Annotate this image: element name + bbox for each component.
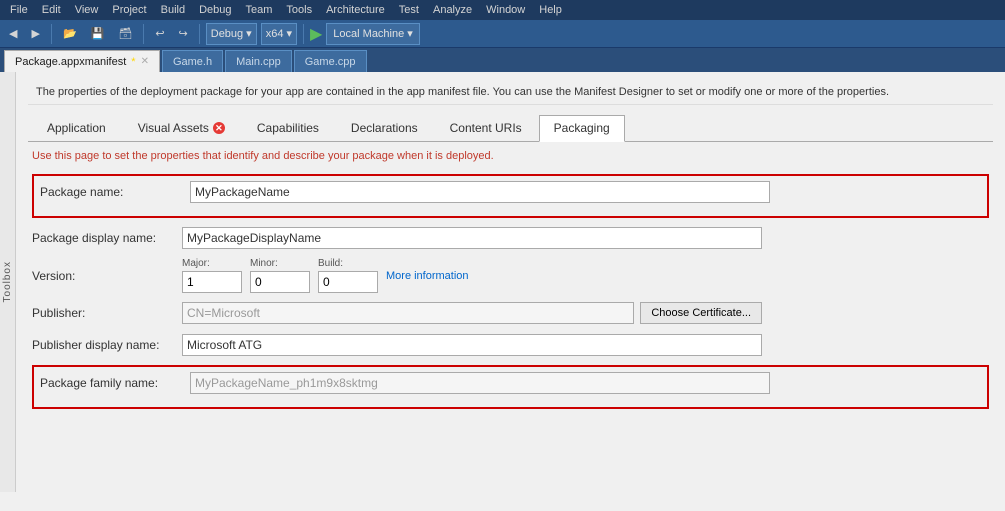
menu-team[interactable]: Team <box>240 2 279 18</box>
package-family-name-section: Package family name: <box>32 365 989 409</box>
package-name-input[interactable] <box>190 181 770 203</box>
page-description: Use this page to set the properties that… <box>28 150 993 162</box>
layout-wrapper: Toolbox The properties of the deployment… <box>0 72 1005 511</box>
tab-gamecpp[interactable]: Game.cpp <box>294 50 367 72</box>
version-row: Version: Major: Minor: Build: More infor <box>32 258 989 293</box>
menu-analyze[interactable]: Analyze <box>427 2 478 18</box>
version-build-wrap: Build: <box>318 258 378 293</box>
toolbar-sep-4 <box>303 24 304 44</box>
debug-config-dropdown[interactable]: Debug ▾ <box>206 23 257 45</box>
tab-application[interactable]: Application <box>32 115 121 141</box>
publisher-input <box>182 302 634 324</box>
platform-dropdown[interactable]: x64 ▾ <box>261 23 297 45</box>
version-minor-label: Minor: <box>250 258 310 269</box>
tab-declarations[interactable]: Declarations <box>336 115 433 141</box>
form-area: Package name: Package display name: Vers… <box>28 174 993 409</box>
package-display-name-input[interactable] <box>182 227 762 249</box>
menu-help[interactable]: Help <box>533 2 568 18</box>
tab-manifest-close[interactable]: ✕ <box>141 56 149 67</box>
undo-btn[interactable]: ↩ <box>150 23 169 45</box>
local-machine-dropdown[interactable]: Local Machine ▾ <box>326 23 419 45</box>
toolbar-sep-3 <box>199 24 200 44</box>
toolbar-sep-2 <box>143 24 144 44</box>
menu-view[interactable]: View <box>69 2 105 18</box>
publisher-label: Publisher: <box>32 306 182 320</box>
version-label: Version: <box>32 269 182 283</box>
package-name-label: Package name: <box>40 185 190 199</box>
version-major-input[interactable] <box>182 271 242 293</box>
tab-gameh-label: Game.h <box>173 56 212 68</box>
toolbox-panel[interactable]: Toolbox <box>0 72 16 492</box>
save-all-btn[interactable]: 🗃 <box>113 23 137 45</box>
tab-content-uris[interactable]: Content URIs <box>435 115 537 141</box>
publisher-wrap: Choose Certificate... <box>182 302 762 324</box>
menu-debug[interactable]: Debug <box>193 2 237 18</box>
menu-architecture[interactable]: Architecture <box>320 2 391 18</box>
package-family-name-row: Package family name: <box>40 371 981 395</box>
visual-assets-error-icon: ✕ <box>213 122 225 134</box>
tab-manifest-label: Package.appxmanifest <box>15 56 126 68</box>
publisher-display-name-label: Publisher display name: <box>32 338 182 352</box>
tab-gameh[interactable]: Game.h <box>162 50 223 72</box>
tab-maincpp-label: Main.cpp <box>236 56 281 68</box>
info-banner: The properties of the deployment package… <box>28 80 993 105</box>
menu-edit[interactable]: Edit <box>36 2 67 18</box>
tab-manifest[interactable]: Package.appxmanifest * ✕ <box>4 50 160 72</box>
open-btn[interactable]: 📂 <box>58 23 82 45</box>
redo-btn[interactable]: ↪ <box>174 23 193 45</box>
version-minor-input[interactable] <box>250 271 310 293</box>
package-name-section: Package name: <box>32 174 989 218</box>
menu-tools[interactable]: Tools <box>280 2 318 18</box>
tab-packaging[interactable]: Packaging <box>539 115 625 142</box>
version-major-wrap: Major: <box>182 258 242 293</box>
save-btn[interactable]: 💾 <box>86 23 110 45</box>
toolbox-label: Toolbox <box>2 261 13 302</box>
package-family-name-input <box>190 372 770 394</box>
menu-project[interactable]: Project <box>106 2 152 18</box>
version-build-input[interactable] <box>318 271 378 293</box>
menu-build[interactable]: Build <box>155 2 191 18</box>
toolbar-sep-1 <box>51 24 52 44</box>
version-group: Major: Minor: Build: More information <box>182 258 469 293</box>
choose-certificate-button[interactable]: Choose Certificate... <box>640 302 762 324</box>
publisher-row: Publisher: Choose Certificate... <box>32 301 989 325</box>
tab-visual-assets[interactable]: Visual Assets ✕ <box>123 115 240 141</box>
navigate-forward-btn[interactable]: ▶ <box>26 23 44 45</box>
content-tabs: Application Visual Assets ✕ Capabilities… <box>28 115 993 142</box>
main-content: The properties of the deployment package… <box>16 72 1005 511</box>
version-major-label: Major: <box>182 258 242 269</box>
toolbar: ◀ ▶ 📂 💾 🗃 ↩ ↪ Debug ▾ x64 ▾ ▶ Local Mach… <box>0 20 1005 48</box>
publisher-display-name-input[interactable] <box>182 334 762 356</box>
menu-file[interactable]: File <box>4 2 34 18</box>
package-family-name-label: Package family name: <box>40 376 190 390</box>
package-display-name-label: Package display name: <box>32 231 182 245</box>
publisher-display-name-row: Publisher display name: <box>32 333 989 357</box>
navigate-back-btn[interactable]: ◀ <box>4 23 22 45</box>
menu-bar: File Edit View Project Build Debug Team … <box>0 0 1005 20</box>
menu-window[interactable]: Window <box>480 2 531 18</box>
more-information-link[interactable]: More information <box>386 270 469 282</box>
tab-capabilities[interactable]: Capabilities <box>242 115 334 141</box>
package-display-name-row: Package display name: <box>32 226 989 250</box>
run-button[interactable]: ▶ <box>310 24 322 44</box>
tab-modified-indicator: * <box>131 56 135 68</box>
menu-test[interactable]: Test <box>393 2 425 18</box>
tab-maincpp[interactable]: Main.cpp <box>225 50 292 72</box>
package-name-row: Package name: <box>40 180 981 204</box>
version-build-label: Build: <box>318 258 378 269</box>
document-tabs: Package.appxmanifest * ✕ Game.h Main.cpp… <box>0 48 1005 72</box>
tab-gamecpp-label: Game.cpp <box>305 56 356 68</box>
version-minor-wrap: Minor: <box>250 258 310 293</box>
